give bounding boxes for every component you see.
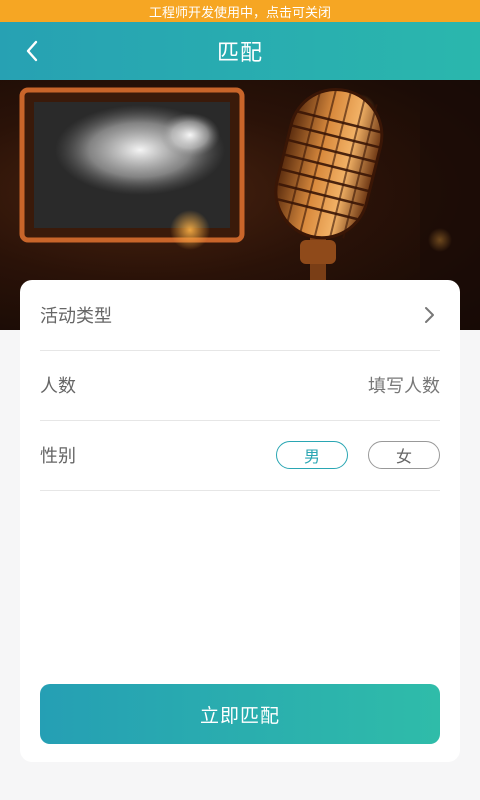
people-count-input[interactable]: 填写人数	[368, 372, 440, 398]
activity-type-label: 活动类型	[40, 306, 112, 327]
activity-type-row[interactable]: 活动类型	[40, 280, 440, 351]
match-form-card: 活动类型 人数 填写人数 性别 男 女 立即匹配	[20, 280, 460, 762]
dev-mode-banner[interactable]: 工程师开发使用中，点击可关闭	[0, 0, 480, 22]
dev-banner-text: 工程师开发使用中，点击可关闭	[148, 5, 331, 21]
people-count-label: 人数	[40, 376, 76, 397]
gender-label: 性别	[40, 446, 76, 467]
navigation-bar: 匹配	[0, 22, 480, 80]
gender-row: 性别 男 女	[40, 420, 440, 491]
gender-female-button[interactable]: 女	[368, 441, 440, 469]
match-now-button[interactable]: 立即匹配	[40, 684, 440, 744]
page-title: 匹配	[216, 41, 263, 66]
gender-male-button[interactable]: 男	[276, 441, 348, 469]
people-count-row: 人数 填写人数	[40, 350, 440, 421]
chevron-right-icon	[425, 307, 434, 323]
gender-options: 男 女	[276, 441, 440, 469]
